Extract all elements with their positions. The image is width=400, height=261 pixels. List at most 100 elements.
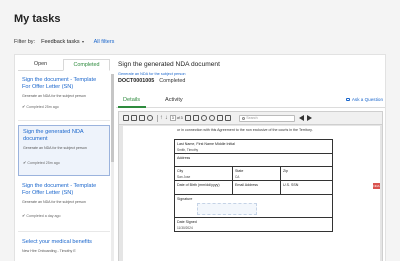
toolbar-divider bbox=[157, 114, 158, 122]
next-match-icon[interactable] bbox=[306, 115, 312, 121]
form-row: Date Signed 11/30/2024 bbox=[175, 218, 332, 231]
text-select-icon[interactable] bbox=[224, 115, 231, 121]
name-value: Smith, Timothy bbox=[177, 147, 199, 152]
nda-tag[interactable]: NDA bbox=[373, 183, 380, 189]
check-icon: ✔ bbox=[22, 104, 26, 109]
task-title: Sign the generated NDA document bbox=[23, 129, 84, 142]
date-signed-field: Date Signed 11/30/2024 bbox=[175, 218, 233, 231]
arrow-down-icon[interactable]: ↓ bbox=[165, 115, 168, 121]
signature-image bbox=[197, 202, 257, 215]
ask-question-link[interactable]: Ask a Question bbox=[346, 97, 383, 102]
name-label: Last Name, First Name Middle Initial bbox=[177, 141, 235, 146]
search-input[interactable]: Search bbox=[238, 114, 295, 122]
arrow-up-icon[interactable]: ↑ bbox=[160, 115, 163, 121]
chevron-down-icon bbox=[81, 41, 84, 43]
fit-page-icon[interactable] bbox=[184, 115, 191, 121]
document-id: DOCT0001005 bbox=[118, 78, 155, 84]
tab-completed[interactable]: Completed bbox=[63, 59, 110, 71]
task-tabs: Open Completed bbox=[18, 59, 110, 71]
check-icon: ✔ bbox=[23, 160, 27, 165]
zoom-in-icon[interactable] bbox=[200, 115, 207, 121]
fit-width-icon[interactable] bbox=[192, 115, 199, 121]
ssn-field: U.S. SSN bbox=[281, 181, 332, 194]
detail-title: Sign the generated NDA document bbox=[118, 61, 220, 68]
tab-open[interactable]: Open bbox=[18, 59, 63, 70]
form-row: Address bbox=[175, 154, 332, 167]
filter-bar: Filter by: Feedback tasks All filters bbox=[14, 39, 114, 45]
search-icon bbox=[241, 116, 245, 120]
document-viewer: ↑ ↓ 3 of 3 Search or in connection with … bbox=[118, 111, 383, 261]
tab-details[interactable]: Details bbox=[123, 97, 140, 103]
list-item[interactable]: Sign the document - Template For Offer L… bbox=[18, 180, 110, 232]
detail-tabs: Details Activity Ask a Question bbox=[116, 95, 385, 108]
page-number-input[interactable]: 3 bbox=[169, 115, 176, 121]
filter-dropdown-value: Feedback tasks bbox=[41, 39, 80, 45]
filter-label: Filter by: bbox=[14, 39, 36, 45]
state-value: CA bbox=[235, 174, 240, 179]
filter-dropdown[interactable]: Feedback tasks bbox=[41, 39, 84, 45]
zip-field: Zip bbox=[281, 167, 332, 180]
task-title: Sign the document - Template For Offer L… bbox=[22, 77, 97, 90]
task-title: Sign the document - Template For Offer L… bbox=[22, 183, 97, 196]
state-label: State bbox=[235, 168, 244, 173]
task-status: ✔ Completed 25m ago bbox=[22, 104, 106, 109]
document-text-line: or in connection with this Agreement to … bbox=[177, 128, 313, 132]
list-item[interactable]: Sign the generated NDA document Generate… bbox=[18, 125, 110, 176]
dob-label: Date of Birth (mm/dd/yyyy) bbox=[177, 182, 220, 187]
form-row: City San Jose State CA Zip bbox=[175, 167, 332, 181]
task-status-text: Completed a day ago bbox=[26, 213, 61, 218]
previous-match-icon[interactable] bbox=[298, 115, 304, 121]
list-item[interactable]: Sign the document - Template For Offer L… bbox=[18, 74, 110, 121]
signature-field: Signature bbox=[175, 195, 332, 217]
thumbnails-icon[interactable] bbox=[123, 115, 129, 121]
viewer-toolbar: ↑ ↓ 3 of 3 Search bbox=[119, 112, 382, 125]
signature-label: Signature bbox=[177, 196, 193, 201]
status-badge: Completed bbox=[159, 78, 186, 84]
ask-question-label: Ask a Question bbox=[351, 97, 383, 102]
task-subtitle: Generate an NDA for the subject person bbox=[22, 200, 86, 204]
email-field: Email Address bbox=[233, 181, 281, 194]
task-status-text: Completed 25m ago bbox=[26, 104, 59, 109]
zip-label: Zip bbox=[283, 168, 288, 173]
ssn-label: U.S. SSN bbox=[283, 182, 299, 187]
check-icon: ✔ bbox=[22, 213, 26, 218]
task-list-column: Open Completed Sign the document - Templ… bbox=[16, 56, 114, 261]
form-row: Last Name, First Name Middle Initial Smi… bbox=[175, 140, 332, 154]
city-label: City bbox=[177, 168, 184, 173]
tasks-panel: Open Completed Sign the document - Templ… bbox=[14, 54, 386, 261]
page-total: of 3 bbox=[176, 116, 183, 120]
task-status: ✔ Completed 25m ago bbox=[23, 160, 105, 165]
detail-meta: DOCT0001005 Completed bbox=[118, 78, 185, 84]
download-icon[interactable] bbox=[139, 115, 145, 121]
all-filters-link[interactable]: All filters bbox=[94, 39, 115, 45]
active-tab-underline bbox=[118, 106, 146, 108]
state-field: State CA bbox=[233, 167, 281, 180]
detail-subtitle[interactable]: Generate an NDA for the subject person bbox=[118, 72, 186, 76]
address-label: Address bbox=[177, 155, 191, 160]
scrollbar-thumb[interactable] bbox=[111, 74, 114, 162]
task-subtitle: New Hire Onboarding - Timothy E bbox=[22, 249, 76, 253]
print-icon[interactable] bbox=[147, 115, 153, 121]
form-row: Signature bbox=[175, 195, 332, 218]
tab-activity[interactable]: Activity bbox=[165, 97, 183, 103]
task-subtitle: Generate an NDA for the subject person bbox=[23, 146, 87, 150]
save-icon[interactable] bbox=[131, 115, 137, 121]
task-subtitle: Generate an NDA for the subject person bbox=[22, 94, 86, 98]
zoom-out-icon[interactable] bbox=[208, 115, 215, 121]
task-list-scrollbar[interactable] bbox=[111, 74, 114, 261]
task-title: Select your medical benefits bbox=[22, 239, 92, 245]
task-detail: Sign the generated NDA document Generate… bbox=[116, 56, 385, 261]
document-page: or in connection with this Agreement to … bbox=[123, 126, 380, 261]
email-label: Email Address bbox=[235, 182, 258, 187]
search-placeholder: Search bbox=[246, 116, 258, 120]
chat-bubble-icon bbox=[346, 98, 351, 101]
task-status-text: Completed 25m ago bbox=[27, 160, 60, 165]
city-field: City San Jose bbox=[175, 167, 233, 180]
form-row: Date of Birth (mm/dd/yyyy) Email Address… bbox=[175, 181, 332, 195]
dob-field: Date of Birth (mm/dd/yyyy) bbox=[175, 181, 233, 194]
document-icon[interactable] bbox=[216, 115, 223, 121]
list-item[interactable]: Select your medical benefits New Hire On… bbox=[18, 236, 110, 261]
address-field: Address bbox=[175, 154, 332, 166]
page-title: My tasks bbox=[14, 13, 61, 25]
employee-form: Last Name, First Name Middle Initial Smi… bbox=[174, 139, 333, 232]
